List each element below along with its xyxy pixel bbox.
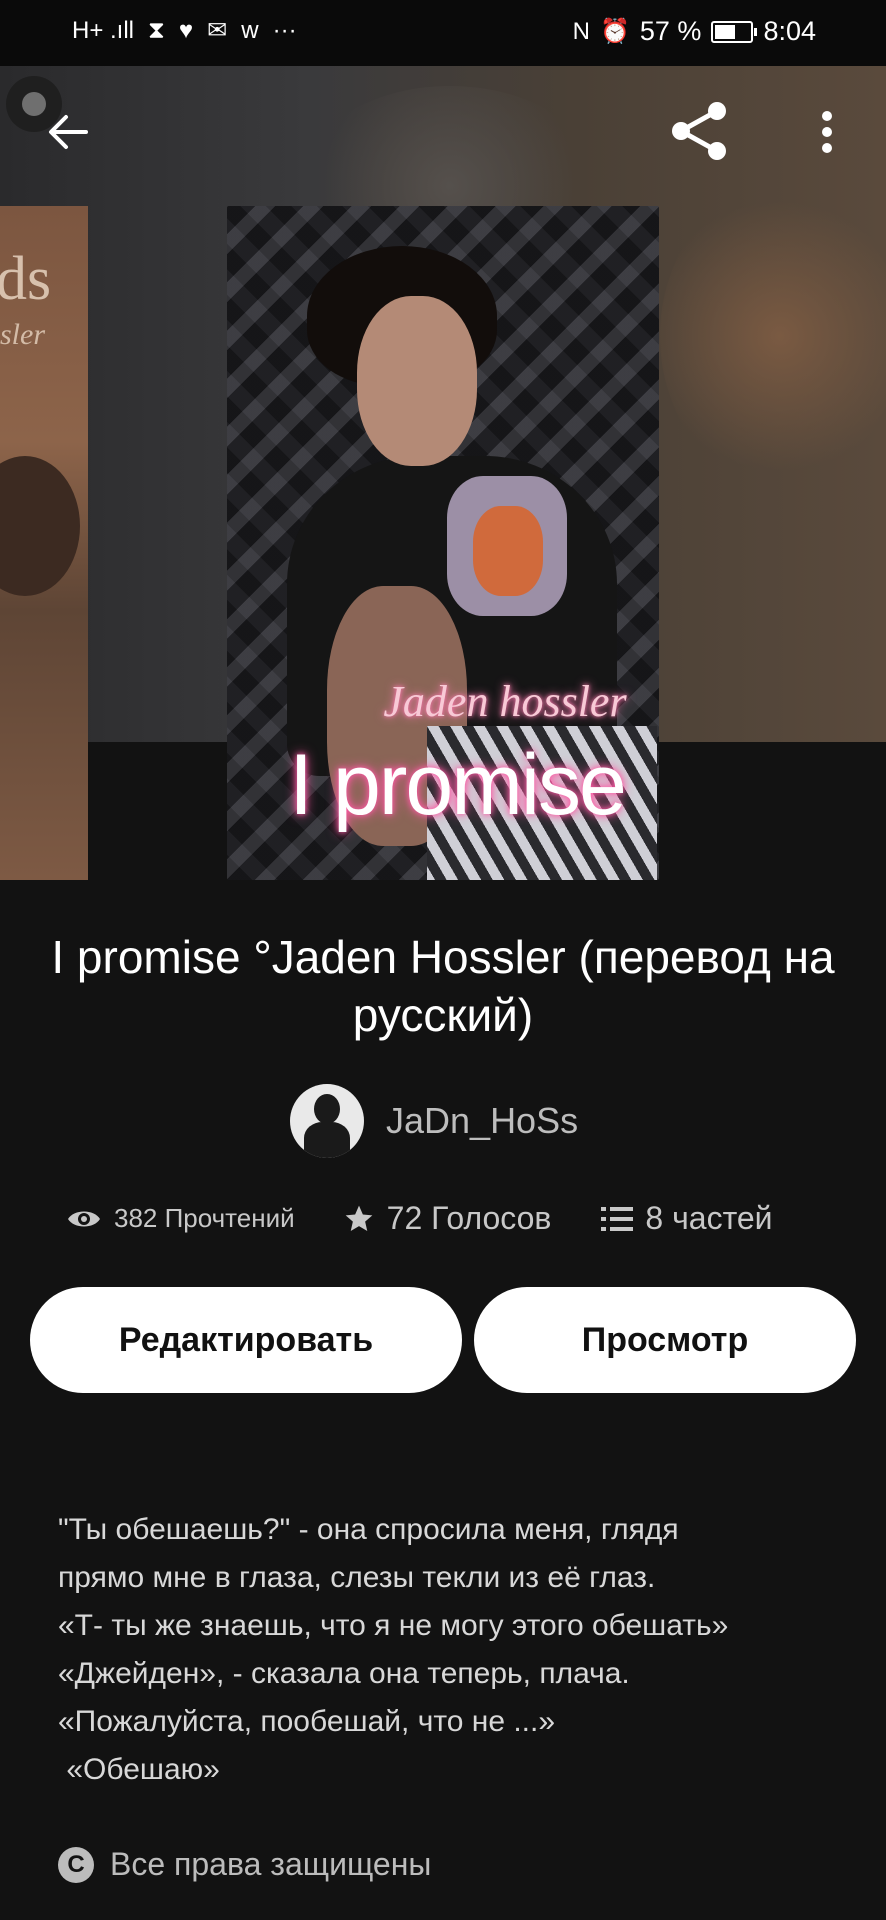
w-app-icon: w — [241, 17, 259, 44]
description-line: "Ты обешаешь?" - она спросила меня, гляд… — [58, 1513, 679, 1546]
author-link[interactable]: JaDn_HoSs — [290, 1084, 578, 1158]
book-title: I promise °Jaden Hossler (перевод на рус… — [51, 931, 835, 1041]
story-stats: 382 Прочтений 72 Голосов 8 частей — [66, 1200, 773, 1237]
description-line: «Пожалуйста, пообешай, что не ...» — [58, 1705, 556, 1738]
hourglass-icon: ⧗ — [148, 17, 165, 44]
author-name[interactable]: JaDn_HoSs — [386, 1100, 578, 1142]
edit-button[interactable]: Редактировать — [30, 1287, 462, 1393]
copyright-label: Все права защищены — [110, 1846, 432, 1882]
cover-subtitle: Jaden hossler — [383, 677, 627, 726]
more-notifications-icon: ··· — [272, 17, 297, 44]
back-button[interactable] — [36, 100, 100, 164]
share-button[interactable] — [664, 96, 734, 166]
eye-icon — [68, 1211, 100, 1226]
more-options-button[interactable] — [800, 100, 854, 164]
reads-count: 382 Прочтений — [114, 1203, 295, 1233]
description-line: «Т- ты же знаешь, что я не могу этого об… — [58, 1609, 729, 1642]
book-cover[interactable]: Jaden hossler I promise — [227, 206, 659, 880]
share-icon — [672, 102, 726, 160]
side-cover-text: ds — [0, 245, 52, 313]
arrow-left-icon — [49, 115, 88, 149]
list-icon — [601, 1206, 634, 1231]
votes-count: 72 Голосов — [386, 1200, 552, 1236]
heart-icon: ♥ — [178, 17, 194, 44]
copyright-icon: C — [58, 1846, 94, 1883]
more-vertical-icon — [822, 111, 832, 153]
star-icon — [345, 1205, 373, 1231]
nfc-icon: N — [572, 17, 590, 45]
alarm-icon: ⏰ — [600, 17, 630, 45]
parts-count: 8 частей — [645, 1200, 773, 1236]
description-line: «Джейден», - сказала она теперь, плача. — [58, 1657, 630, 1690]
signal-icon: H+ .ıll — [72, 17, 135, 44]
avatar[interactable] — [290, 1084, 364, 1158]
parts-stat: 8 частей — [601, 1200, 773, 1237]
votes-stat: 72 Голосов — [343, 1200, 552, 1237]
story-description: "Ты обешаешь?" - она спросила меня, гляд… — [58, 1506, 838, 1794]
preview-button[interactable]: Просмотр — [474, 1287, 856, 1393]
copyright-row: C Все права защищены — [58, 1846, 431, 1883]
status-bar: H+ .ıll ⧗ ♥ ✉ w ··· N ⏰ 57 % 8:04 — [0, 0, 886, 66]
side-cover-subtext: sler — [0, 318, 45, 351]
side-book-cover[interactable]: ds sler — [0, 206, 88, 880]
battery-icon — [711, 20, 758, 43]
mail-icon: ✉ — [207, 17, 228, 44]
battery-percent: 57 % — [639, 16, 702, 46]
cover-title: I promise — [289, 737, 627, 833]
description-line: «Обешаю» — [58, 1753, 220, 1786]
reads-stat: 382 Прочтений — [66, 1203, 295, 1234]
clock: 8:04 — [763, 16, 816, 46]
description-line: прямо мне в глаза, слезы текли из её гла… — [58, 1561, 656, 1594]
